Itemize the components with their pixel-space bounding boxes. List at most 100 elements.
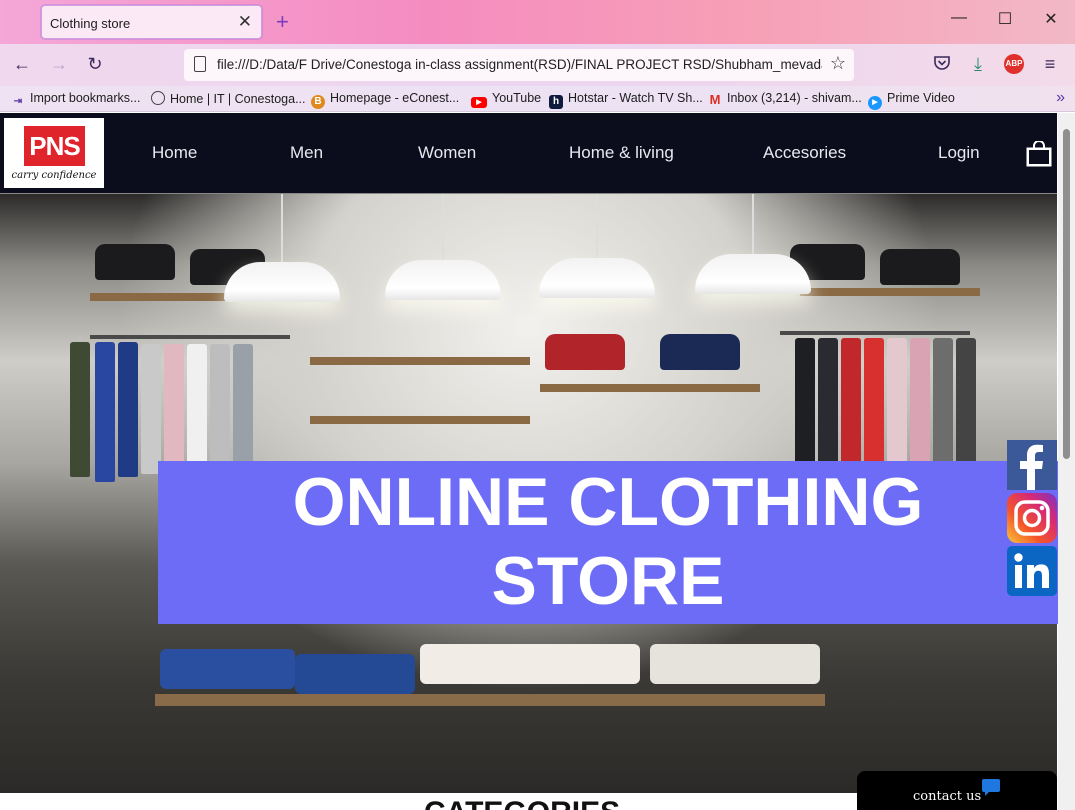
garment	[910, 338, 930, 466]
bag	[660, 334, 740, 370]
site-logo[interactable]: PNS carry confidence	[4, 118, 104, 188]
reload-icon[interactable]: ↻	[83, 54, 107, 75]
new-tab-icon[interactable]: +	[276, 9, 289, 35]
prime-video-icon: ▶	[868, 96, 882, 110]
hero-banner: ONLINE CLOTHING STORE	[158, 461, 1058, 624]
browser-tab[interactable]: Clothing store ✕	[41, 5, 262, 39]
nav-accessories[interactable]: Accesories	[763, 143, 846, 163]
bookmark-conestoga-it[interactable]: Home | IT | Conestoga...	[151, 91, 306, 106]
logo-tagline: carry confidence	[11, 170, 97, 181]
folded-clothes	[650, 644, 820, 684]
scrollbar-thumb[interactable]	[1063, 129, 1070, 459]
contact-us-button[interactable]: contact us	[857, 771, 1057, 810]
bag	[95, 244, 175, 280]
gmail-icon: M	[709, 92, 721, 107]
menu-icon[interactable]: ≡	[1038, 54, 1062, 75]
bookmark-hotstar[interactable]: h Hotstar - Watch TV Sh...	[549, 91, 703, 109]
contact-us-label: contact us	[913, 789, 982, 804]
maximize-icon[interactable]: ☐	[995, 9, 1015, 29]
minimize-icon[interactable]: —	[949, 9, 969, 27]
bag	[880, 249, 960, 285]
banner-line-1: ONLINE CLOTHING	[292, 464, 924, 540]
nav-men[interactable]: Men	[290, 143, 323, 163]
bookmark-star-icon[interactable]: ☆	[830, 53, 846, 74]
garment	[70, 342, 90, 477]
garment	[887, 338, 907, 468]
pendant-lamp	[224, 262, 340, 302]
categories-heading: CATEGORIES	[424, 796, 620, 810]
instagram-icon[interactable]	[1007, 493, 1057, 543]
bookmark-label: Hotstar - Watch TV Sh...	[568, 91, 703, 105]
address-bar[interactable]: file:///D:/Data/F Drive/Conestoga in-cla…	[184, 49, 854, 81]
bookmarks-bar: ⇥ Import bookmarks... Home | IT | Conesto…	[0, 86, 1075, 112]
garment	[933, 338, 953, 468]
shelf	[800, 288, 980, 296]
garment	[864, 338, 884, 473]
url-text[interactable]: file:///D:/Data/F Drive/Conestoga in-cla…	[217, 57, 822, 72]
nav-women[interactable]: Women	[418, 143, 476, 163]
forward-icon[interactable]: →	[47, 54, 71, 75]
econestoga-icon: B	[311, 95, 325, 109]
lamp-cord	[442, 194, 444, 262]
pendant-lamp	[695, 254, 811, 294]
garment	[187, 344, 207, 469]
import-icon: ⇥	[13, 96, 23, 107]
shelf	[310, 357, 530, 365]
bookmark-label: Homepage - eConest...	[330, 91, 460, 105]
lamp-cord	[596, 194, 598, 260]
adblock-plus-icon[interactable]: ABP	[1004, 54, 1024, 74]
garment	[841, 338, 861, 473]
linkedin-icon[interactable]	[1007, 546, 1057, 596]
download-icon[interactable]: ⤓	[966, 54, 990, 75]
bookmark-import[interactable]: ⇥ Import bookmarks...	[11, 91, 141, 109]
facebook-icon[interactable]	[1007, 440, 1057, 490]
more-bookmarks-icon[interactable]: »	[1056, 89, 1065, 107]
bookmark-youtube[interactable]: ▶ YouTube	[471, 91, 541, 108]
garment	[210, 344, 230, 469]
garment	[956, 338, 976, 463]
tab-close-icon[interactable]: ✕	[238, 12, 252, 32]
site-header: PNS carry confidence Home Men Women Home…	[0, 113, 1057, 193]
lamp-cord	[281, 194, 283, 264]
bookmark-label: YouTube	[492, 91, 542, 105]
shelf	[540, 384, 760, 392]
chat-icon	[982, 779, 1000, 796]
bookmark-gmail[interactable]: M Inbox (3,214) - shivam...	[708, 91, 862, 107]
nav-login[interactable]: Login	[938, 143, 980, 163]
garment	[118, 342, 138, 477]
browser-navbar: ← → ↻ file:///D:/Data/F Drive/Conestoga …	[0, 44, 1075, 86]
globe-icon	[151, 91, 165, 105]
clothes-rail	[780, 331, 970, 335]
lamp-cord	[752, 194, 754, 256]
close-window-icon[interactable]: ✕	[1041, 9, 1061, 29]
bookmark-prime-video[interactable]: ▶ Prime Video	[868, 91, 955, 110]
pendant-lamp	[539, 258, 655, 298]
pendant-lamp	[385, 260, 501, 300]
display-table	[155, 694, 825, 706]
garment	[164, 344, 184, 472]
folded-clothes	[295, 654, 415, 694]
youtube-icon: ▶	[471, 97, 487, 108]
logo-brand: PNS	[24, 126, 85, 166]
bag	[545, 334, 625, 370]
bookmark-label: Import bookmarks...	[30, 91, 141, 105]
garment	[141, 344, 161, 474]
garment	[818, 338, 838, 468]
nav-home-living[interactable]: Home & living	[569, 143, 674, 163]
nav-home[interactable]: Home	[152, 143, 197, 163]
shopping-bag-icon[interactable]	[1026, 141, 1052, 167]
bookmark-label: Prime Video	[887, 91, 955, 105]
bookmark-label: Home | IT | Conestoga...	[170, 92, 306, 106]
back-icon[interactable]: ←	[10, 54, 34, 75]
browser-titlebar: Clothing store ✕ + — ☐ ✕	[0, 0, 1075, 44]
page-viewport: PNS carry confidence Home Men Women Home…	[0, 113, 1075, 810]
page-scrollbar[interactable]	[1058, 113, 1075, 810]
page-icon	[194, 56, 206, 72]
folded-clothes	[420, 644, 640, 684]
bookmark-label: Inbox (3,214) - shivam...	[727, 91, 862, 105]
garment	[233, 344, 253, 474]
bookmark-econestoga[interactable]: B Homepage - eConest...	[311, 91, 459, 109]
garment	[95, 342, 115, 482]
shelf	[310, 416, 530, 424]
pocket-icon[interactable]	[930, 54, 954, 77]
